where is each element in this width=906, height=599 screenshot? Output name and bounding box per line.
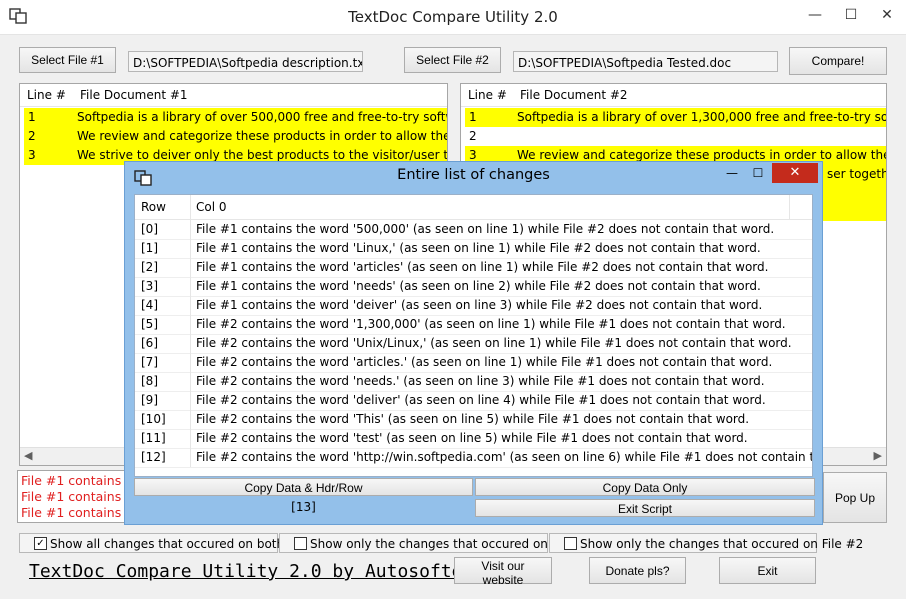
option-file-1-changes[interactable]: Show only the changes that occured on Fi…: [279, 533, 593, 553]
row-index-cell: [3]: [141, 279, 158, 293]
window-title-bar: TextDoc Compare Utility 2.0 — ☐ ✕: [0, 0, 906, 35]
option-file-2-changes[interactable]: Show only the changes that occured on Fi…: [549, 533, 863, 553]
minimize-icon[interactable]: —: [719, 164, 745, 182]
scroll-left-icon[interactable]: ◀: [24, 449, 32, 462]
donate-button[interactable]: Donate pls?: [589, 557, 686, 584]
copy-data-only-button[interactable]: Copy Data Only: [475, 478, 815, 496]
message-line: File #1 contains th: [21, 505, 132, 520]
change-text-cell: File #1 contains the word 'deiver' (as s…: [196, 298, 763, 312]
col-file-document-2[interactable]: File Document #2: [520, 88, 628, 102]
file-2-path-field[interactable]: D:\SOFTPEDIA\Softpedia Tested.doc: [513, 51, 778, 72]
col-file-document-1[interactable]: File Document #1: [80, 88, 188, 102]
change-text-cell: File #1 contains the word 'needs' (as se…: [196, 279, 761, 293]
file-1-path-field[interactable]: D:\SOFTPEDIA\Softpedia description.txt: [128, 51, 363, 72]
table-row[interactable]: [8] File #2 contains the word 'needs.' (a…: [135, 372, 812, 392]
visit-website-button[interactable]: Visit our website: [454, 557, 552, 587]
row-index-cell: [8]: [141, 374, 158, 388]
change-text-cell: File #2 contains the word 'test' (as see…: [196, 431, 748, 445]
checkbox-checked-icon[interactable]: ✓: [34, 537, 47, 550]
row-index-cell: [5]: [141, 317, 158, 331]
pop-up-button[interactable]: Pop Up: [823, 472, 887, 523]
changes-message-box[interactable]: File #1 contains th File #1 contains th …: [17, 470, 132, 523]
row-count: [13]: [291, 500, 316, 514]
select-file-1-button[interactable]: Select File #1: [19, 47, 116, 73]
table-row[interactable]: [7] File #2 contains the word 'articles.'…: [135, 353, 812, 373]
option-all-changes[interactable]: ✓ Show all changes that occured on both …: [19, 533, 312, 553]
row-index-cell: [9]: [141, 393, 158, 407]
change-text-cell: File #2 contains the word 'needs.' (as s…: [196, 374, 765, 388]
row-index-cell: [10]: [141, 412, 166, 426]
change-text-cell: File #2 contains the word 'Unix/Linux,' …: [196, 336, 792, 350]
list-item[interactable]: 1 Softpedia is a library of over 500,000…: [24, 108, 447, 127]
maximize-icon[interactable]: ☐: [836, 4, 866, 26]
table-row[interactable]: [2] File #1 contains the word 'articles' …: [135, 258, 812, 278]
table-row[interactable]: [6] File #2 contains the word 'Unix/Linux…: [135, 334, 812, 354]
row-index-cell: [4]: [141, 298, 158, 312]
change-text-cell: File #1 contains the word '500,000' (as …: [196, 222, 775, 236]
list-item[interactable]: 2 We review and categorize these product…: [24, 127, 447, 146]
change-text-cell: File #2 contains the word 'deliver' (as …: [196, 393, 766, 407]
copy-data-hdr-row-button[interactable]: Copy Data & Hdr/Row: [134, 478, 473, 496]
row-index-cell: [2]: [141, 260, 158, 274]
row-index-cell: [7]: [141, 355, 158, 369]
change-text-cell: File #1 contains the word 'articles' (as…: [196, 260, 769, 274]
row-index-cell: [12]: [141, 450, 166, 464]
file-2-list-header: Line # File Document #2: [461, 84, 886, 107]
change-text-cell: File #2 contains the word '1,300,000' (a…: [196, 317, 786, 331]
table-row[interactable]: [10] File #2 contains the word 'This' (as…: [135, 410, 812, 430]
table-row[interactable]: [5] File #2 contains the word '1,300,000'…: [135, 315, 812, 335]
close-icon[interactable]: ✕: [872, 4, 902, 26]
scroll-right-icon[interactable]: ▶: [874, 449, 882, 462]
row-index-cell: [11]: [141, 431, 166, 445]
grid-header: Row Col 0: [135, 195, 812, 220]
list-item[interactable]: 1 Softpedia is a library of over 1,300,0…: [465, 108, 886, 127]
table-row[interactable]: [9] File #2 contains the word 'deliver' (…: [135, 391, 812, 411]
message-line: File #1 contains th: [21, 489, 132, 504]
dialog-title: Entire list of changes: [397, 167, 550, 183]
checkbox-icon[interactable]: [294, 537, 307, 550]
table-row[interactable]: [0] File #1 contains the word '500,000' (…: [135, 220, 812, 240]
compare-button[interactable]: Compare!: [789, 47, 887, 75]
col-line-number[interactable]: Line #: [27, 88, 66, 102]
exit-script-button[interactable]: Exit Script: [475, 499, 815, 517]
row-index-cell: [0]: [141, 222, 158, 236]
changes-grid[interactable]: Row Col 0 [0] File #1 contains the word '…: [134, 194, 813, 477]
table-row[interactable]: [4] File #1 contains the word 'deiver' (a…: [135, 296, 812, 316]
row-index-cell: [1]: [141, 241, 158, 255]
row-index-cell: [6]: [141, 336, 158, 350]
change-text-cell: File #2 contains the word 'http://win.so…: [196, 450, 813, 464]
table-row[interactable]: [3] File #1 contains the word 'needs' (as…: [135, 277, 812, 297]
col-0[interactable]: Col 0: [196, 200, 227, 214]
message-line: File #1 contains th: [21, 473, 132, 488]
col-row[interactable]: Row: [141, 200, 166, 214]
select-file-2-button[interactable]: Select File #2: [404, 47, 501, 73]
brand-text: TextDoc Compare Utility 2.0 by Autosofte…: [29, 561, 474, 582]
maximize-icon[interactable]: ☐: [745, 164, 771, 182]
minimize-icon[interactable]: —: [800, 4, 830, 26]
exit-button[interactable]: Exit: [719, 557, 816, 584]
checkbox-icon[interactable]: [564, 537, 577, 550]
changes-dialog: Entire list of changes — ☐ ✕ Row Col 0 […: [124, 161, 823, 525]
window-title: TextDoc Compare Utility 2.0: [348, 8, 558, 26]
file-1-list-header: Line # File Document #1: [20, 84, 447, 107]
col-line-number[interactable]: Line #: [468, 88, 507, 102]
change-text-cell: File #2 contains the word 'articles.' (a…: [196, 355, 773, 369]
table-row[interactable]: [1] File #1 contains the word 'Linux,' (a…: [135, 239, 812, 259]
list-item[interactable]: 2: [465, 127, 886, 146]
change-text-cell: File #1 contains the word 'Linux,' (as s…: [196, 241, 761, 255]
change-text-cell: File #2 contains the word 'This' (as see…: [196, 412, 750, 426]
table-row[interactable]: [12] File #2 contains the word 'http://wi…: [135, 448, 812, 468]
table-row[interactable]: [11] File #2 contains the word 'test' (as…: [135, 429, 812, 449]
close-icon[interactable]: ✕: [772, 163, 818, 183]
